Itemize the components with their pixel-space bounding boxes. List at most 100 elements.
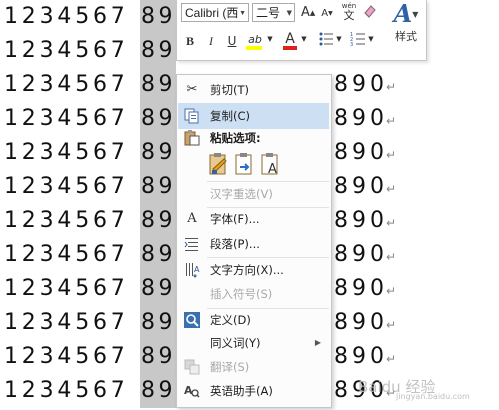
- styles-label: 样式: [395, 30, 417, 43]
- svg-text:3: 3: [350, 42, 353, 47]
- eraser-icon[interactable]: [361, 3, 379, 21]
- scissors-icon: ✂: [186, 82, 198, 97]
- define-icon: [184, 312, 200, 328]
- highlight-dropdown-icon[interactable]: ▼: [266, 30, 274, 48]
- line-text-left: 1234567: [4, 242, 129, 267]
- numbering-icon[interactable]: 123: [349, 31, 367, 49]
- size-dropdown-icon[interactable]: ▼: [287, 4, 292, 23]
- grow-font-label: A: [301, 5, 310, 20]
- english-assistant-icon: A: [184, 383, 200, 399]
- styles-icon: A▼: [393, 0, 419, 28]
- line-text-right: 890↵: [334, 204, 396, 240]
- font-color-dropdown-icon[interactable]: ▼: [300, 30, 308, 48]
- line-text-selected: 89: [141, 378, 176, 403]
- line-text-right: 890↵: [334, 170, 396, 206]
- highlight-label: ab: [248, 33, 262, 46]
- line-text-left: 1234567: [4, 174, 129, 199]
- menu-item-label: 剪切(T): [210, 83, 249, 97]
- translate-icon: [184, 359, 200, 375]
- text-direction-icon: A: [184, 262, 200, 278]
- font-color-button[interactable]: A: [281, 30, 299, 50]
- menu-item-label: 同义词(Y): [210, 336, 261, 350]
- menu-item-cut[interactable]: ✂ 剪切(T): [178, 77, 329, 103]
- line-text-right: 890↵: [334, 306, 396, 342]
- line-text-right: 890↵: [334, 136, 396, 172]
- menu-item-paste-options: 粘贴选项:: [178, 127, 329, 149]
- line-text-right-digits: 890: [334, 242, 388, 267]
- bullets-dropdown-icon[interactable]: ▼: [335, 30, 343, 48]
- line-text-left: 1234567: [4, 106, 129, 131]
- line-text-selected: 89: [141, 242, 176, 267]
- copy-icon: [184, 108, 200, 124]
- font-size-box[interactable]: 二号 ▼: [252, 3, 295, 22]
- line-text-right: 890↵: [334, 272, 396, 308]
- menu-item-text-direction[interactable]: A 文字方向(X)...: [178, 257, 329, 283]
- highlight-color-bar: [246, 46, 262, 50]
- line-text-left: 1234567: [4, 276, 129, 301]
- line-text-right: 890↵: [334, 340, 396, 376]
- line-text-left: 1234567: [4, 38, 129, 63]
- menu-item-english-assistant[interactable]: A 英语助手(A): [178, 378, 329, 404]
- paragraph-mark: ↵: [386, 284, 397, 298]
- line-text-selected: 89: [141, 310, 176, 335]
- underline-button[interactable]: U: [225, 32, 239, 50]
- keep-text-only-icon[interactable]: A: [260, 151, 282, 177]
- mini-toolbar: Calibri (西 ▼ 二号 ▼ A▲ A▼ wén 文 B I U ab ▼…: [176, 0, 427, 61]
- line-text-right: 890↵: [334, 238, 396, 274]
- menu-item-synonyms[interactable]: 同义词(Y) ▶: [178, 330, 329, 356]
- bullets-icon[interactable]: [317, 31, 335, 49]
- italic-button[interactable]: I: [204, 32, 218, 50]
- grow-font-button[interactable]: A▲: [301, 4, 315, 22]
- styles-button[interactable]: A▼ 样式: [387, 0, 425, 58]
- bold-button[interactable]: B: [183, 32, 197, 50]
- paragraph-mark: ↵: [386, 148, 397, 162]
- paragraph-mark: ↵: [386, 318, 397, 332]
- line-text-right-digits: 890: [334, 208, 388, 233]
- menu-item-label: 粘贴选项:: [210, 131, 261, 145]
- line-text-selected: 89: [141, 276, 176, 301]
- font-color-bar: [283, 46, 297, 50]
- line-text-right: 890↵: [334, 102, 396, 138]
- numbering-dropdown-icon[interactable]: ▼: [367, 30, 375, 48]
- font-icon: A: [187, 211, 197, 226]
- line-text-selected: 89: [141, 72, 176, 97]
- paragraph-mark: ↵: [386, 182, 397, 196]
- menu-item-label: 文字方向(X)...: [210, 263, 284, 277]
- line-text-right-digits: 890: [334, 72, 388, 97]
- line-text-right-digits: 890: [334, 174, 388, 199]
- menu-item-insert-symbol: 插入符号(S): [178, 281, 329, 307]
- font-size-value: 二号: [256, 6, 281, 20]
- line-text-right-digits: 890: [334, 276, 388, 301]
- line-text-left: 1234567: [4, 310, 129, 335]
- line-text-selected: 89: [141, 140, 176, 165]
- font-name-box[interactable]: Calibri (西 ▼: [181, 3, 249, 22]
- menu-item-translate: 翻译(S): [178, 354, 329, 380]
- menu-item-label: 插入符号(S): [210, 287, 273, 301]
- line-text-selected: 89: [141, 174, 176, 199]
- line-text-right-digits: 890: [334, 140, 388, 165]
- menu-item-copy[interactable]: 复制(C): [178, 103, 329, 129]
- baidu-watermark-url: jingyan.baidu.com: [396, 392, 470, 401]
- shrink-font-button[interactable]: A▼: [320, 5, 334, 23]
- paste-options-row: A: [178, 149, 329, 181]
- svg-text:A: A: [194, 265, 200, 274]
- highlight-button[interactable]: ab: [244, 30, 266, 50]
- line-text-left: 1234567: [4, 208, 129, 233]
- menu-item-label: 字体(F)...: [210, 212, 260, 226]
- keep-source-formatting-icon[interactable]: [208, 151, 230, 177]
- line-text-right: 890↵: [334, 68, 396, 104]
- merge-formatting-icon[interactable]: [234, 151, 256, 177]
- svg-text:A: A: [268, 162, 277, 177]
- menu-item-label: 复制(C): [210, 109, 251, 123]
- menu-item-paragraph[interactable]: 段落(P)...: [178, 231, 329, 257]
- menu-item-font[interactable]: A 字体(F)...: [178, 206, 329, 232]
- phonetic-guide-button[interactable]: wén 文: [340, 1, 358, 25]
- context-menu: ✂ 剪切(T) 复制(C) 粘贴选项: A 汉字重选(V) A 字体(F)...: [176, 74, 332, 408]
- line-text-selected: 89: [141, 208, 176, 233]
- font-dropdown-icon[interactable]: ▼: [239, 4, 246, 21]
- paragraph-mark: ↵: [386, 114, 397, 128]
- menu-item-label: 英语助手(A): [210, 384, 273, 398]
- paragraph-mark: ↵: [386, 216, 397, 230]
- line-text-right-digits: 890: [334, 344, 388, 369]
- line-text-right-digits: 890: [334, 106, 388, 131]
